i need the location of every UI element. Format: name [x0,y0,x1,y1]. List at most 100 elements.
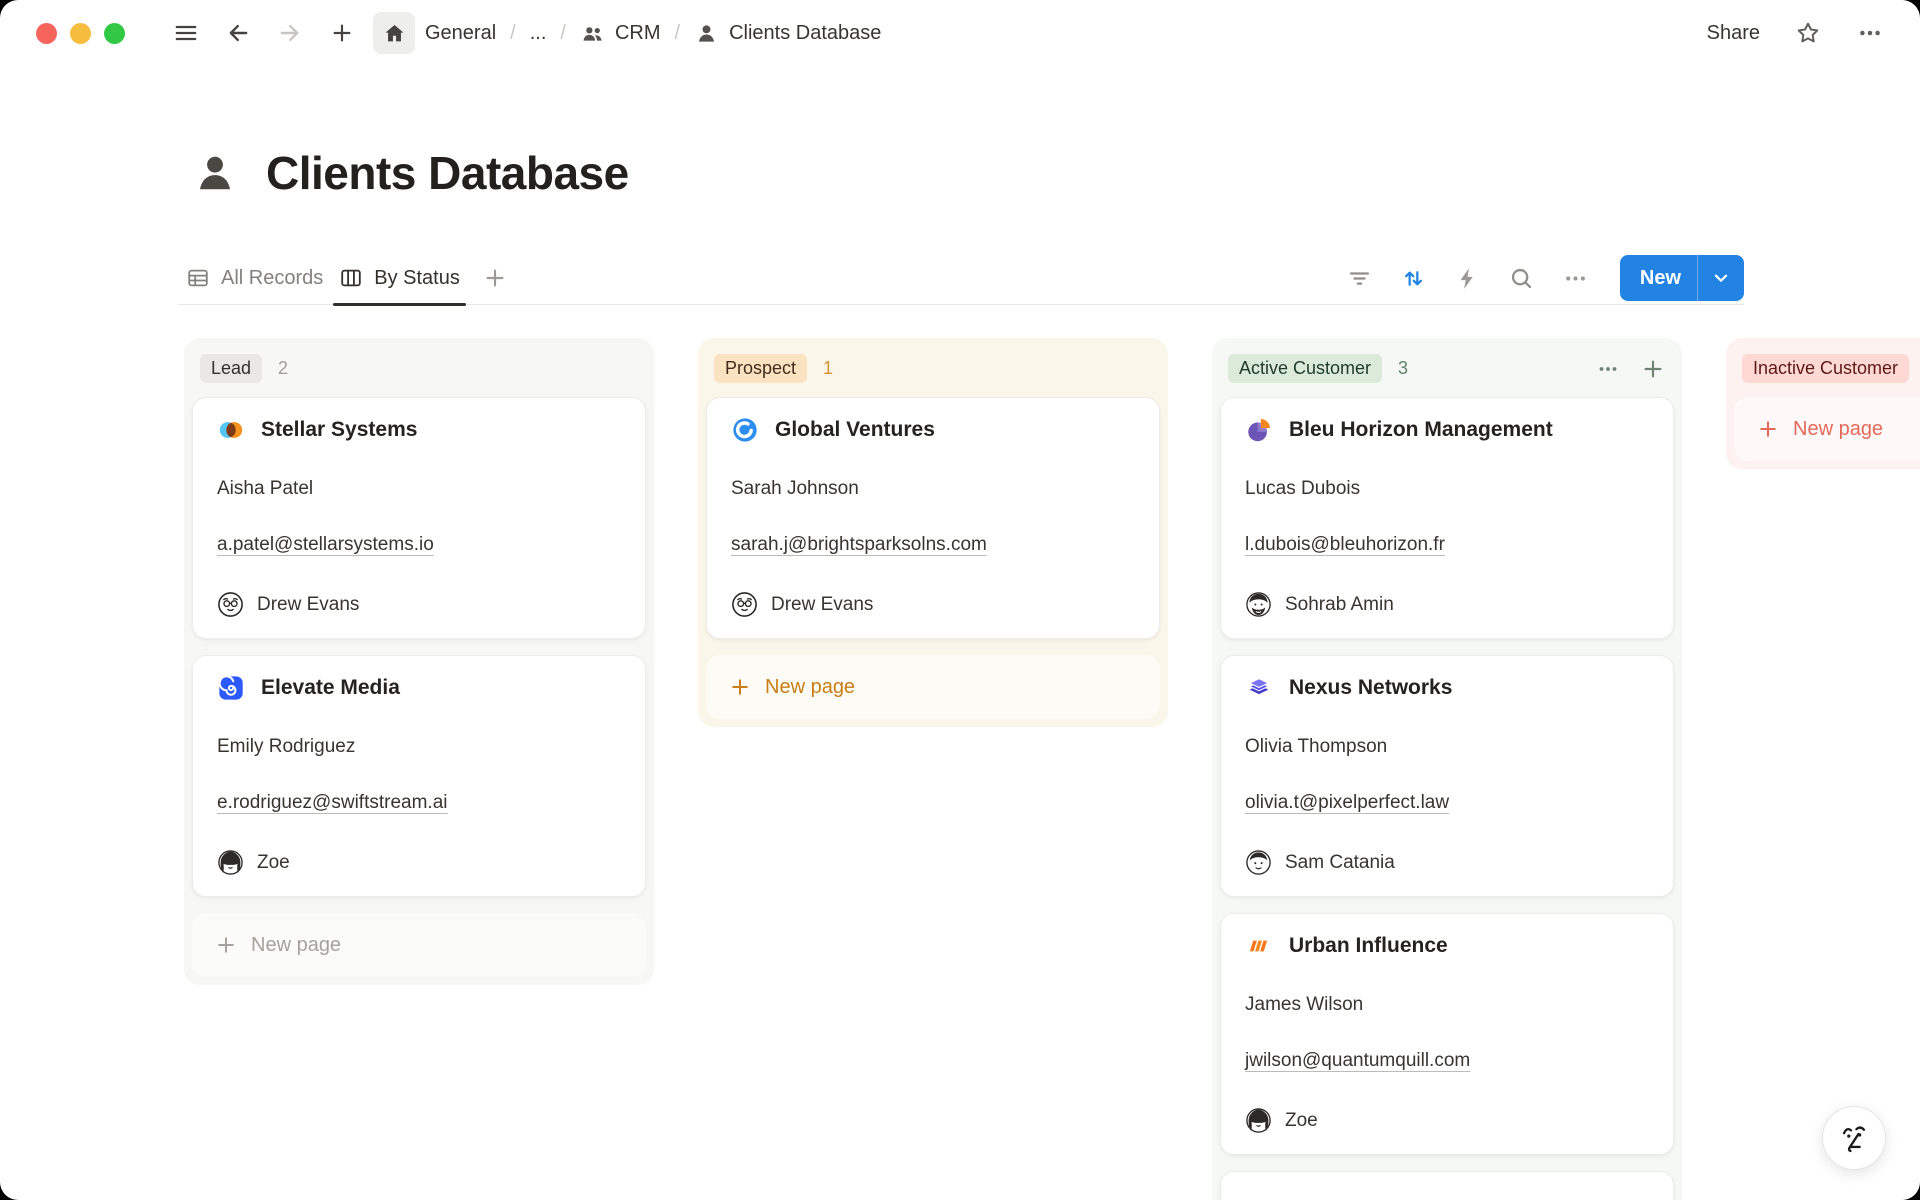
board-icon [339,266,363,290]
topbar-right: Share [1707,19,1884,47]
breadcrumb-item-clients-database[interactable]: Clients Database [694,21,881,46]
back-icon[interactable] [217,12,259,54]
card-global-ventures[interactable]: Global Ventures Sarah Johnson sarah.j@br… [706,397,1160,639]
owner-name: Drew Evans [771,594,873,616]
card-partial[interactable] [1220,1171,1674,1200]
page-person-icon[interactable] [190,148,240,198]
contact-email: sarah.j@brightsparksolns.com [731,532,1135,559]
email-link[interactable]: e.rodriguez@swiftstream.ai [217,792,447,813]
tab-all-records[interactable]: All Records [178,252,331,304]
forward-icon[interactable] [269,12,311,54]
close-window-button[interactable] [36,23,57,44]
contact-name: James Wilson [1245,994,1649,1016]
breadcrumb-separator [510,22,516,45]
woman-long-hair-avatar [217,849,244,876]
contact-email: l.dubois@bleuhorizon.fr [1245,532,1649,559]
owner-row: Sohrab Amin [1245,591,1649,618]
man-beard-avatar [1245,591,1272,618]
bolt-icon[interactable] [1454,265,1481,292]
plus-icon [214,933,238,957]
page-title-row: Clients Database [190,146,629,200]
card-urban-influence[interactable]: Urban Influence James Wilson jwilson@qua… [1220,913,1674,1155]
indigo-stack-logo [1245,674,1273,702]
minimize-window-button[interactable] [70,23,91,44]
kanban-board: Lead 2 Stellar Systems Aisha Patel a.pat… [184,338,1920,1200]
new-page-button[interactable]: New page [192,913,646,977]
owner-row: Drew Evans [731,591,1135,618]
breadcrumb-item-general[interactable]: General [425,22,496,45]
breadcrumb-item-crm[interactable]: CRM [580,21,661,46]
app-window: General ... CRM Clients Database Share C… [0,0,1920,1200]
owner-row: Zoe [1245,1107,1649,1134]
owner-name: Drew Evans [257,594,359,616]
new-page-button[interactable]: New page [1734,397,1920,461]
contact-email: jwilson@quantumquill.com [1245,1048,1649,1075]
email-link[interactable]: sarah.j@brightsparksolns.com [731,534,987,555]
people-icon [580,21,605,46]
column-count: 2 [278,358,288,379]
contact-email: a.patel@stellarsystems.io [217,532,621,559]
assistant-face-button[interactable] [1822,1106,1886,1170]
chevron-down-icon[interactable] [1698,267,1744,289]
new-record-button[interactable]: New [1620,255,1744,301]
column-lead: Lead 2 Stellar Systems Aisha Patel a.pat… [184,338,654,985]
email-link[interactable]: l.dubois@bleuhorizon.fr [1245,534,1445,555]
filter-icon[interactable] [1346,265,1373,292]
blue-circle-swoosh-logo [731,416,759,444]
card-nexus-networks[interactable]: Nexus Networks Olivia Thompson olivia.t@… [1220,655,1674,897]
view-actions: New [1346,255,1744,301]
column-inactive-customer: Inactive Customer New page [1726,338,1920,469]
breadcrumb: General ... CRM Clients Database [425,21,881,46]
plus-icon [1756,417,1780,441]
contact-name: Olivia Thompson [1245,736,1649,758]
orange-stripes-logo [1245,932,1273,960]
card-elevate-media[interactable]: Elevate Media Emily Rodriguez e.rodrigue… [192,655,646,897]
new-tab-icon[interactable] [321,12,363,54]
expand-window-button[interactable] [104,23,125,44]
man-glasses-avatar [731,591,758,618]
status-badge[interactable]: Active Customer [1228,354,1382,383]
column-count: 1 [823,358,833,379]
column-header-actions [1596,356,1666,382]
view-more-icon[interactable] [1562,265,1589,292]
status-badge[interactable]: Inactive Customer [1742,354,1909,383]
column-header: Lead 2 [192,346,646,397]
favorite-star-icon[interactable] [1794,19,1822,47]
owner-name: Sohrab Amin [1285,594,1394,616]
owner-name: Sam Catania [1285,852,1395,874]
man-glasses-avatar [217,591,244,618]
menu-icon[interactable] [165,12,207,54]
email-link[interactable]: jwilson@quantumquill.com [1245,1050,1470,1071]
table-icon [186,266,210,290]
owner-row: Drew Evans [217,591,621,618]
share-button[interactable]: Share [1707,22,1760,45]
breadcrumb-item-ellipsis[interactable]: ... [530,22,547,45]
person-icon [694,21,719,46]
breadcrumb-separator [675,22,681,45]
column-add-icon[interactable] [1640,356,1666,382]
column-header: Active Customer 3 [1220,346,1674,397]
email-link[interactable]: a.patel@stellarsystems.io [217,534,434,555]
status-badge[interactable]: Lead [200,354,262,383]
search-icon[interactable] [1508,265,1535,292]
add-view-icon[interactable] [482,265,508,291]
card-stellar-systems[interactable]: Stellar Systems Aisha Patel a.patel@stel… [192,397,646,639]
sort-icon[interactable] [1400,265,1427,292]
home-icon[interactable] [373,12,415,54]
tab-by-status[interactable]: By Status [331,252,468,304]
top-bar: General ... CRM Clients Database Share [0,0,1920,66]
owner-name: Zoe [1285,1110,1318,1132]
column-header: Prospect 1 [706,346,1160,397]
column-more-icon[interactable] [1596,357,1620,381]
more-options-icon[interactable] [1856,19,1884,47]
overlapping-circles-logo [217,416,245,444]
new-page-button[interactable]: New page [706,655,1160,719]
column-header: Inactive Customer [1734,346,1920,397]
window-controls [36,23,125,44]
purple-orange-pie-logo [1245,416,1273,444]
card-bleu-horizon-management[interactable]: Bleu Horizon Management Lucas Dubois l.d… [1220,397,1674,639]
plus-icon [728,675,752,699]
column-active-customer: Active Customer 3 Bleu Horizon Managemen… [1212,338,1682,1200]
email-link[interactable]: olivia.t@pixelperfect.law [1245,792,1449,813]
status-badge[interactable]: Prospect [714,354,807,383]
